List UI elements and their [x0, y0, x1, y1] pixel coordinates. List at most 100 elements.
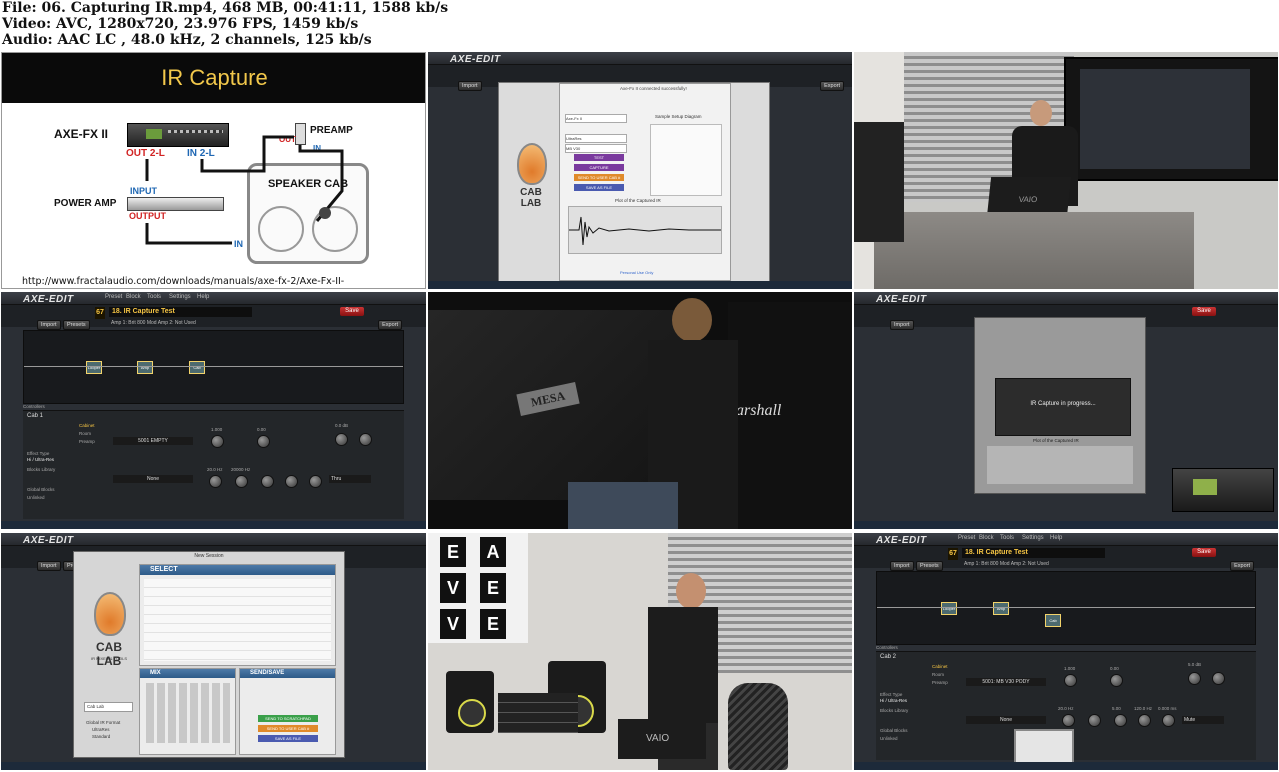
scratchpad-button[interactable]: SEND TO SCRATCHPAD [258, 715, 318, 722]
presets-button[interactable]: Presets [916, 561, 943, 571]
laptop-logo: VAIO [1018, 195, 1038, 204]
export-button[interactable]: Export [820, 81, 844, 91]
mix-faders[interactable] [146, 683, 230, 743]
low-cut-knob[interactable] [209, 475, 222, 488]
level-knob[interactable] [335, 433, 348, 446]
save-as-file-button[interactable]: SAVE AS FILE [574, 184, 624, 191]
menu-help[interactable]: Help [197, 294, 209, 300]
device-select[interactable]: Axe-Fx II [565, 114, 627, 123]
import-button[interactable]: Import [37, 561, 61, 571]
menu-block[interactable]: Block [979, 535, 994, 541]
looper-block[interactable]: Looper [86, 361, 102, 374]
amp-block[interactable]: Amp [993, 602, 1009, 615]
level-knob[interactable] [1188, 672, 1201, 685]
delay-knob[interactable] [309, 475, 322, 488]
format-select[interactable]: UltraRes [565, 134, 627, 143]
import-button[interactable]: Import [890, 320, 914, 330]
thumbnail-ir-capture-window: AXE-EDIT Import Export CAB LAB Axe-Fx II… [428, 52, 852, 289]
laptop-logo: VAIO [646, 733, 670, 744]
send-user-cab-button[interactable]: SEND TO USER CAB # [574, 174, 624, 181]
global-blocks-value[interactable]: Unlinked [880, 736, 898, 741]
menu-block[interactable]: Block [126, 294, 141, 300]
cab-block[interactable]: Cab [1045, 614, 1061, 627]
standard-radio[interactable]: Standard [92, 734, 110, 739]
save-button[interactable]: Save [340, 307, 364, 316]
menu-help[interactable]: Help [1050, 535, 1062, 541]
mesa-badge: MESA [516, 382, 580, 416]
save-button[interactable]: Save [1192, 548, 1216, 557]
ir-list[interactable] [144, 579, 331, 661]
proximity-freq-knob[interactable] [285, 475, 298, 488]
low-cut-knob[interactable] [1062, 714, 1075, 727]
plot-label: Plot of the Captured IR [615, 198, 661, 203]
tab-room[interactable]: Room [932, 672, 944, 677]
tab-cabinet[interactable]: Cabinet [79, 423, 95, 428]
menu-tools[interactable]: Tools [1000, 535, 1014, 541]
export-button[interactable]: Export [378, 320, 402, 330]
blocks-library-label[interactable]: Blocks Library [880, 708, 908, 713]
mic-select[interactable]: None [113, 475, 193, 483]
personal-use-label: Personal Use Only [620, 270, 654, 275]
menu-preset[interactable]: Preset [105, 294, 122, 300]
send-user-cab-button[interactable]: SEND TO USER CAB # [258, 725, 318, 732]
setup-diagram-title: Sample Setup Diagram [655, 114, 702, 119]
bypass-select[interactable]: Mute [1182, 716, 1224, 724]
marshall-logo: arshall [736, 402, 782, 419]
mic-select[interactable]: None [966, 716, 1046, 724]
session-title: New Session [194, 553, 224, 559]
controllers-label[interactable]: Controllers [23, 404, 45, 409]
test-button[interactable]: TEST [574, 154, 624, 161]
save-as-file-button[interactable]: SAVE AS FILE [258, 735, 318, 742]
menu-tools[interactable]: Tools [147, 294, 161, 300]
effect-type-value[interactable]: Hi / Ultra-Res [27, 457, 54, 462]
preset-name[interactable]: 18. IR Capture Test [962, 548, 1105, 558]
menu-settings[interactable]: Settings [169, 294, 191, 300]
tab-preamp[interactable]: Preamp [932, 680, 948, 685]
global-blocks-value[interactable]: Unlinked [27, 495, 45, 500]
delay-knob[interactable] [1162, 714, 1175, 727]
cab-select[interactable]: 5001 EMPTY [113, 437, 193, 445]
capture-button[interactable]: CAPTURE [574, 164, 624, 171]
motor-drive-knob[interactable] [257, 435, 270, 448]
speaker-size-knob[interactable] [1064, 674, 1077, 687]
speaker-size-knob[interactable] [211, 435, 224, 448]
blocks-library-label[interactable]: Blocks Library [27, 467, 55, 472]
thumbnail-axe-edit-cab1: AXE-EDIT Preset Block Tools Settings Hel… [1, 292, 426, 529]
cablab-title: CAB LAB [96, 640, 122, 668]
cab-block[interactable]: Cab [189, 361, 205, 374]
name-field[interactable]: MB V30 [565, 144, 627, 153]
tab-room[interactable]: Room [79, 431, 91, 436]
motor-drive-knob[interactable] [1110, 674, 1123, 687]
high-cut-knob[interactable] [235, 475, 248, 488]
import-button[interactable]: Import [890, 561, 914, 571]
cab-select[interactable]: 5001: MB V30 PODY [966, 678, 1046, 686]
balance-knob[interactable] [1212, 672, 1225, 685]
thumbnail-ir-in-progress: AXE-EDIT Import Save IR Capture in progr… [854, 292, 1278, 529]
high-cut-value: 20000 Hz [231, 467, 251, 472]
bypass-select[interactable]: Thru [329, 475, 371, 483]
select-panel: SELECT [139, 564, 336, 666]
tab-preamp[interactable]: Preamp [79, 439, 95, 444]
menu-preset[interactable]: Preset [958, 535, 975, 541]
looper-block[interactable]: Looper [941, 602, 957, 615]
import-button[interactable]: Import [37, 320, 61, 330]
controllers-label[interactable]: Controllers [876, 645, 898, 650]
import-button[interactable]: Import [458, 81, 482, 91]
tab-cabinet[interactable]: Cabinet [932, 664, 948, 669]
proximity-knob[interactable] [261, 475, 274, 488]
preset-name[interactable]: 18. IR Capture Test [109, 307, 252, 317]
effect-type-value[interactable]: Hi / Ultra-Res [880, 698, 907, 703]
save-button[interactable]: Save [1192, 307, 1216, 316]
proximity-knob[interactable] [1114, 714, 1127, 727]
proximity-freq-knob[interactable] [1138, 714, 1151, 727]
export-button[interactable]: Export [1230, 561, 1254, 571]
presets-button[interactable]: Presets [63, 320, 90, 330]
cablab-dropdown[interactable]: Cab Lab [84, 702, 133, 712]
musician-body [648, 607, 718, 727]
menu-settings[interactable]: Settings [1022, 535, 1044, 541]
balance-knob[interactable] [359, 433, 372, 446]
amp-block[interactable]: Amp [137, 361, 153, 374]
ultrares-radio[interactable]: UltraRes [92, 727, 110, 732]
high-cut-knob[interactable] [1088, 714, 1101, 727]
effect-type-label: Effect Type [27, 451, 50, 456]
